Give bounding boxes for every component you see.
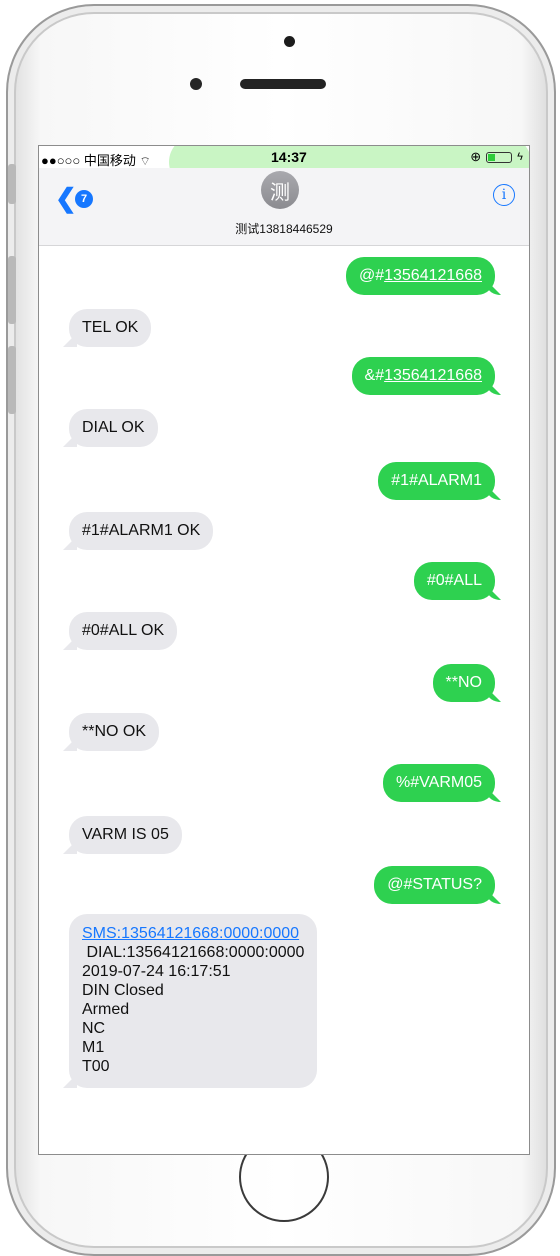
sent-message[interactable]: %#VARM05	[383, 764, 495, 802]
phone-screen: ●●○○○ 中国移动 ⌔ 14:37 ⊕ ϟ ❮ 7 测 测试138184465…	[38, 145, 530, 1155]
info-icon[interactable]: i	[493, 184, 515, 206]
received-message[interactable]: #0#ALL OK	[69, 612, 178, 650]
sent-message[interactable]: &#13564121668	[351, 357, 495, 395]
wifi-icon: ⌔	[139, 154, 151, 168]
received-message[interactable]: DIAL OK	[69, 409, 158, 447]
status-reply-message[interactable]: SMS:13564121668:0000:0000 DIAL:135641216…	[69, 914, 318, 1088]
sent-message[interactable]: #1#ALARM1	[378, 462, 495, 500]
clock: 14:37	[271, 149, 307, 165]
received-message[interactable]: #1#ALARM1 OK	[69, 512, 214, 550]
received-message[interactable]: **NO OK	[69, 713, 160, 751]
earpiece-speaker	[240, 79, 326, 89]
rotation-lock-icon: ⊕	[470, 149, 482, 164]
battery-icon	[486, 151, 513, 163]
carrier-label: ●●○○○ 中国移动 ⌔	[41, 153, 151, 168]
back-chevron-icon[interactable]: ❮	[55, 185, 77, 211]
sent-message[interactable]: @#13564121668	[345, 257, 495, 295]
received-message[interactable]: TEL OK	[69, 309, 152, 347]
front-camera	[284, 36, 295, 47]
unread-count-badge[interactable]: 7	[75, 190, 93, 208]
volume-down-button	[8, 346, 16, 414]
avatar[interactable]: 测	[261, 171, 299, 209]
sms-link[interactable]: SMS:13564121668:0000:0000	[82, 925, 299, 942]
sent-message[interactable]: **NO	[432, 664, 495, 702]
mute-switch	[8, 164, 16, 204]
received-message[interactable]: VARM IS 05	[69, 816, 182, 854]
volume-up-button	[8, 256, 16, 324]
charging-icon: ϟ	[517, 151, 523, 163]
sent-message[interactable]: @#STATUS?	[374, 866, 495, 904]
proximity-sensor	[190, 78, 202, 90]
sent-message[interactable]: #0#ALL	[413, 562, 495, 600]
contact-name[interactable]: 测试13818446529	[39, 220, 529, 237]
conversation-header: ❮ 7 测 测试13818446529 i	[39, 168, 529, 246]
status-bar: ●●○○○ 中国移动 ⌔ 14:37 ⊕ ϟ	[39, 146, 529, 188]
